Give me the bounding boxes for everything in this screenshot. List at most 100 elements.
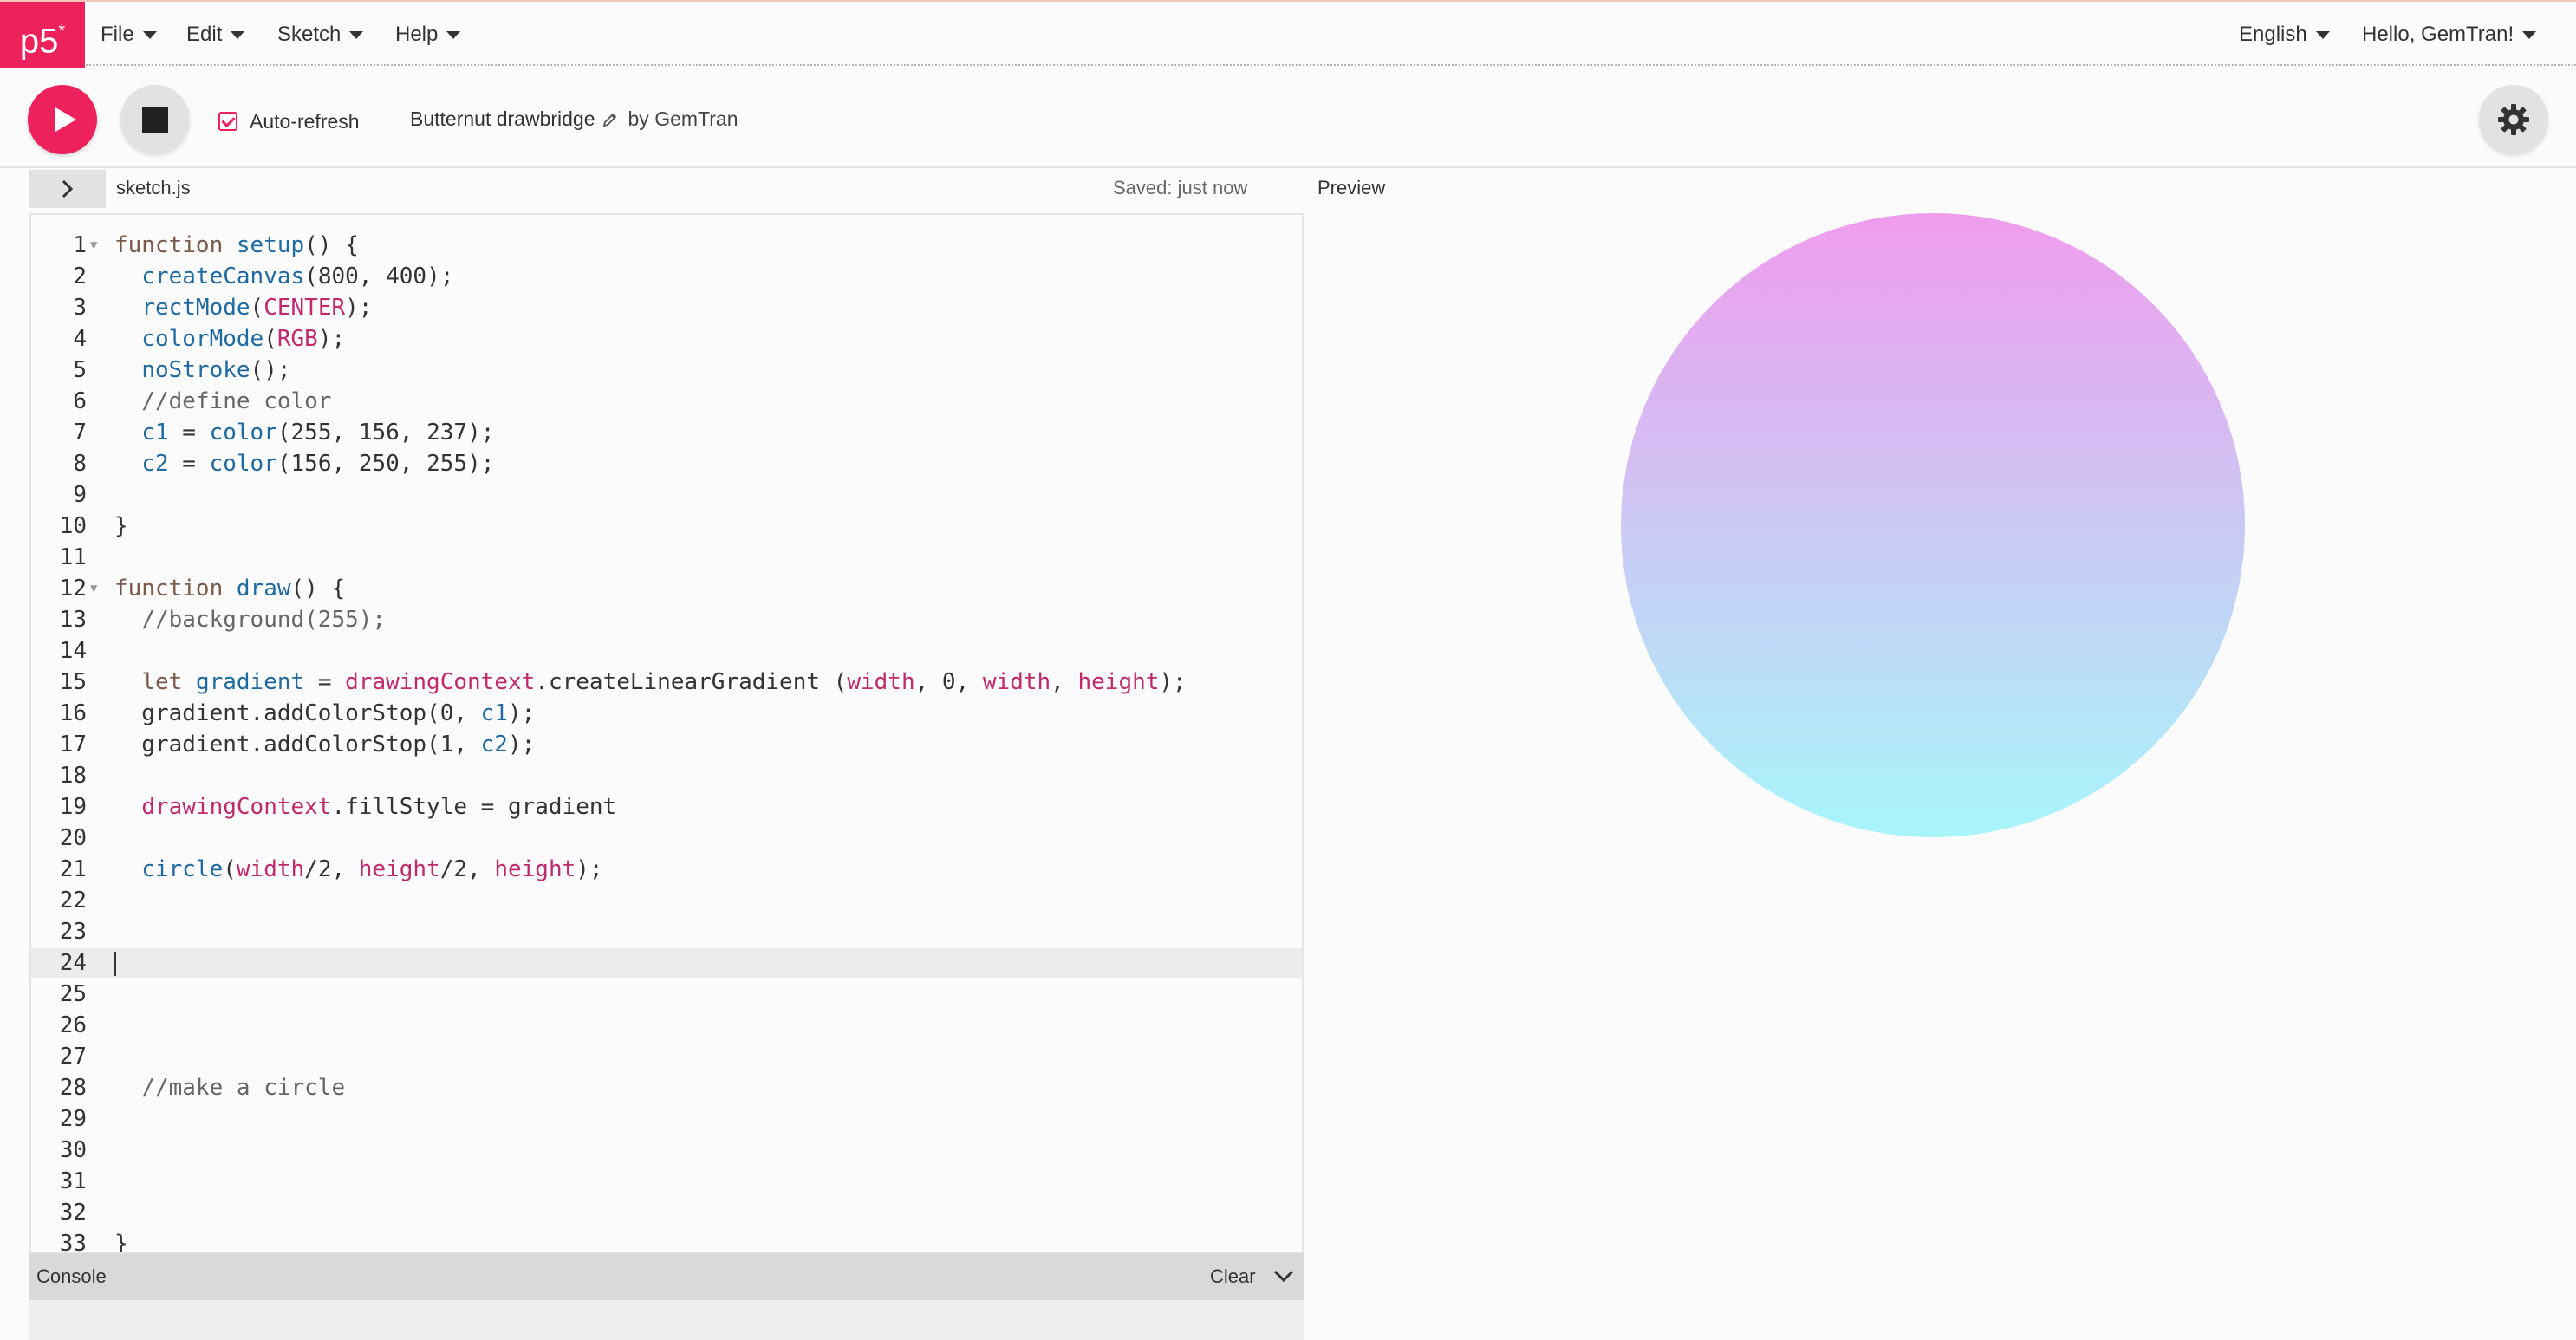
- console-label: Console: [36, 1265, 107, 1287]
- code-line[interactable]: 10}: [31, 511, 1302, 541]
- code-text: }: [114, 1231, 128, 1253]
- top-nav: p5* File Edit Sketch Help English Hello,…: [0, 0, 2576, 68]
- code-line[interactable]: 12 ▼ function draw() {: [31, 574, 1302, 603]
- language-label: English: [2239, 23, 2307, 46]
- code-text: circle(width/2, height/2, height);: [141, 856, 603, 882]
- by-label: by: [628, 107, 649, 130]
- code-line[interactable]: 19 drawingContext.fillStyle = gradient: [31, 792, 1302, 822]
- stop-button[interactable]: [120, 85, 190, 154]
- code-line[interactable]: 20: [31, 823, 1302, 853]
- file-tab[interactable]: sketch.js: [116, 177, 191, 199]
- line-number: 21: [59, 856, 87, 882]
- code-text: noStroke();: [141, 357, 291, 383]
- code-line[interactable]: 11: [31, 543, 1302, 572]
- code-line[interactable]: 22: [31, 886, 1302, 915]
- line-number: 20: [59, 825, 87, 851]
- play-button[interactable]: [28, 85, 97, 154]
- chevron-right-icon: [62, 179, 74, 198]
- line-number: 30: [59, 1137, 87, 1163]
- gear-icon: [2498, 104, 2529, 135]
- menu-sketch[interactable]: Sketch: [277, 2, 364, 68]
- code-line[interactable]: 18: [31, 761, 1302, 790]
- code-line[interactable]: 30: [31, 1135, 1302, 1165]
- chevron-down-icon: [446, 31, 461, 40]
- code-line[interactable]: 26: [31, 1011, 1302, 1040]
- code-line[interactable]: 33}: [31, 1229, 1302, 1253]
- code-line[interactable]: 21 circle(width/2, height/2, height);: [31, 855, 1302, 884]
- chevron-down-icon: [349, 31, 364, 40]
- code-line[interactable]: 32: [31, 1198, 1302, 1227]
- line-number: 29: [59, 1106, 87, 1132]
- line-number: 32: [59, 1200, 87, 1226]
- code-line[interactable]: 8 c2 = color(156, 250, 255);: [31, 449, 1302, 478]
- code-text: drawingContext.fillStyle = gradient: [141, 794, 617, 820]
- code-text: c2 = color(156, 250, 255);: [141, 451, 495, 477]
- code-line[interactable]: 6 //define color: [31, 387, 1302, 416]
- auto-refresh-label: Auto-refresh: [250, 109, 360, 133]
- play-icon: [55, 107, 76, 132]
- code-line[interactable]: 2 createCanvas(800, 400);: [31, 262, 1302, 291]
- code-line[interactable]: 3 rectMode(CENTER);: [31, 293, 1302, 322]
- code-text: function setup() {: [114, 232, 359, 258]
- code-line[interactable]: 29: [31, 1104, 1302, 1134]
- code-line[interactable]: 25: [31, 979, 1302, 1009]
- chevron-down-icon[interactable]: [1272, 1267, 1295, 1285]
- fold-toggle-icon[interactable]: ▼: [90, 231, 97, 260]
- code-line[interactable]: 9: [31, 480, 1302, 510]
- code-line[interactable]: 24: [31, 948, 1302, 978]
- p5-logo[interactable]: p5*: [0, 2, 85, 68]
- line-number: 6: [73, 388, 87, 414]
- auto-refresh-checkbox[interactable]: [218, 112, 237, 131]
- code-text: rectMode(CENTER);: [141, 295, 373, 321]
- language-menu[interactable]: English: [2239, 2, 2330, 68]
- code-line[interactable]: 15 let gradient = drawingContext.createL…: [31, 667, 1302, 697]
- pencil-icon[interactable]: [602, 112, 618, 127]
- code-line[interactable]: 31: [31, 1167, 1302, 1196]
- auto-refresh-toggle[interactable]: Auto-refresh: [218, 107, 360, 135]
- fold-toggle-icon[interactable]: ▼: [90, 574, 97, 603]
- code-line[interactable]: 28 //make a circle: [31, 1073, 1302, 1103]
- settings-button[interactable]: [2479, 85, 2548, 154]
- line-number: 2: [73, 263, 87, 289]
- menu-label: Edit: [186, 23, 223, 46]
- menu-help[interactable]: Help: [395, 2, 461, 68]
- code-line[interactable]: 1 ▼ function setup() {: [31, 231, 1302, 260]
- code-line[interactable]: 17 gradient.addColorStop(1, c2);: [31, 730, 1302, 759]
- menu-label: Sketch: [277, 23, 342, 46]
- preview-gradient-circle: [1621, 213, 2245, 837]
- code-line[interactable]: 27: [31, 1042, 1302, 1071]
- line-number: 33: [59, 1231, 87, 1253]
- code-text: let gradient = drawingContext.createLine…: [141, 669, 1187, 695]
- author-link[interactable]: GemTran: [654, 107, 738, 130]
- line-number: 10: [59, 513, 87, 539]
- user-menu[interactable]: Hello, GemTran!: [2362, 2, 2537, 68]
- line-number: 8: [73, 451, 87, 477]
- chevron-down-icon: [2315, 31, 2330, 40]
- line-number: 18: [59, 763, 87, 789]
- sidebar-toggle-button[interactable]: [29, 170, 106, 208]
- chevron-down-icon: [2522, 31, 2537, 40]
- code-line[interactable]: 5 noStroke();: [31, 355, 1302, 385]
- line-number: 19: [59, 794, 87, 820]
- code-line[interactable]: 7 c1 = color(255, 156, 237);: [31, 418, 1302, 447]
- line-number: 5: [73, 357, 87, 383]
- code-line[interactable]: 16 gradient.addColorStop(0, c1);: [31, 699, 1302, 728]
- code-line[interactable]: 23: [31, 917, 1302, 946]
- line-number: 1: [73, 232, 87, 258]
- code-text: gradient.addColorStop(0, c1);: [114, 700, 536, 726]
- code-editor[interactable]: 1 ▼ function setup() {2 createCanvas(800, …: [29, 213, 1304, 1253]
- sketch-title[interactable]: Butternut drawbridge by GemTran: [410, 107, 738, 131]
- code-text: c1 = color(255, 156, 237);: [141, 420, 495, 446]
- code-line[interactable]: 4 colorMode(RGB);: [31, 324, 1302, 354]
- code-text: //define color: [141, 388, 332, 414]
- menu-file[interactable]: File: [101, 2, 157, 68]
- code-line[interactable]: 13 //background(255);: [31, 605, 1302, 634]
- line-number: 11: [59, 544, 87, 570]
- console-clear-button[interactable]: Clear: [1210, 1265, 1256, 1288]
- line-number: 13: [59, 607, 87, 633]
- sketch-author: by GemTran: [628, 107, 738, 131]
- console-output: [29, 1300, 1304, 1340]
- menu-edit[interactable]: Edit: [186, 2, 245, 68]
- code-line[interactable]: 14: [31, 636, 1302, 666]
- line-number: 4: [73, 326, 87, 352]
